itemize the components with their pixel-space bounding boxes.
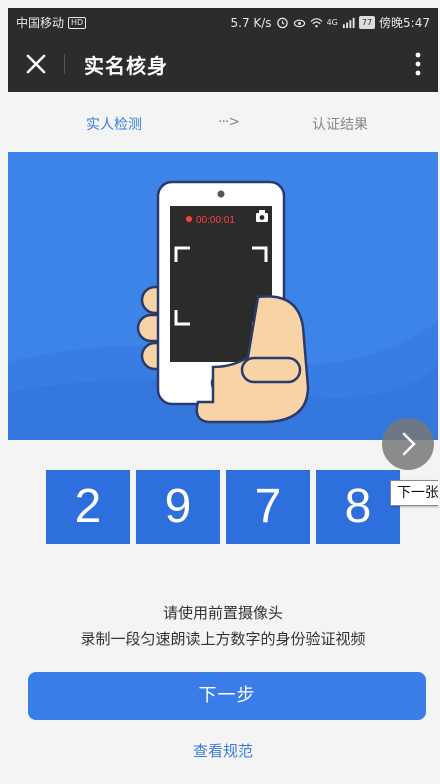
wifi-icon — [310, 18, 323, 28]
signal-label: 4G — [326, 18, 338, 27]
more-options-icon[interactable] — [412, 50, 424, 78]
clock: 傍晚5:47 — [379, 16, 430, 30]
next-image-tooltip: 下一张 — [390, 480, 438, 506]
next-image-button[interactable] — [382, 418, 434, 470]
digit-box: 8 — [316, 470, 400, 544]
digit-code: 2 9 7 8 — [46, 470, 400, 544]
title-bar: 实名核身 — [8, 36, 438, 92]
step-indicator: 实人检测 ···> 认证结果 — [8, 92, 438, 152]
carrier-label: 中国移动 — [16, 16, 65, 30]
digit-box: 9 — [136, 470, 220, 544]
alarm-icon — [276, 17, 288, 29]
close-icon[interactable] — [24, 52, 48, 76]
chevron-right-icon — [402, 432, 416, 456]
status-right: 5.7 K/s 4G 77 傍晚5:47 — [231, 14, 431, 31]
hero-illustration: 00:00:01 — [8, 152, 438, 440]
hd-badge: HD — [68, 16, 87, 29]
phone-in-hand-illustration: 00:00:01 — [8, 180, 438, 440]
signal-icon — [342, 17, 355, 29]
status-bar: 中国移动 HD 5.7 K/s 4G 77 傍晚5:47 — [8, 8, 438, 36]
title-divider — [64, 54, 65, 74]
instruction-line-2: 录制一段匀速朗读上方数字的身份验证视频 — [80, 630, 366, 648]
step-arrow: ···> — [218, 114, 240, 130]
app-frame: 中国移动 HD 5.7 K/s 4G 77 傍晚5:47 实名核身 实人检测 ·… — [8, 8, 438, 784]
net-speed: 5.7 K/s — [230, 15, 272, 30]
record-timer: 00:00:01 — [196, 215, 235, 226]
instruction-line-1: 请使用前置摄像头 — [162, 604, 283, 622]
status-left: 中国移动 HD — [16, 14, 87, 31]
eye-comfort-icon — [293, 19, 305, 28]
next-step-button[interactable]: 下一步 — [28, 672, 426, 720]
battery-icon: 77 — [358, 16, 376, 29]
view-rules-link[interactable]: 查看规范 — [8, 740, 438, 761]
step-result: 认证结果 — [312, 117, 368, 133]
step-liveness-check: 实人检测 — [86, 117, 142, 133]
digit-box: 2 — [46, 470, 130, 544]
page-title: 实名核身 — [84, 54, 168, 78]
digit-box: 7 — [226, 470, 310, 544]
